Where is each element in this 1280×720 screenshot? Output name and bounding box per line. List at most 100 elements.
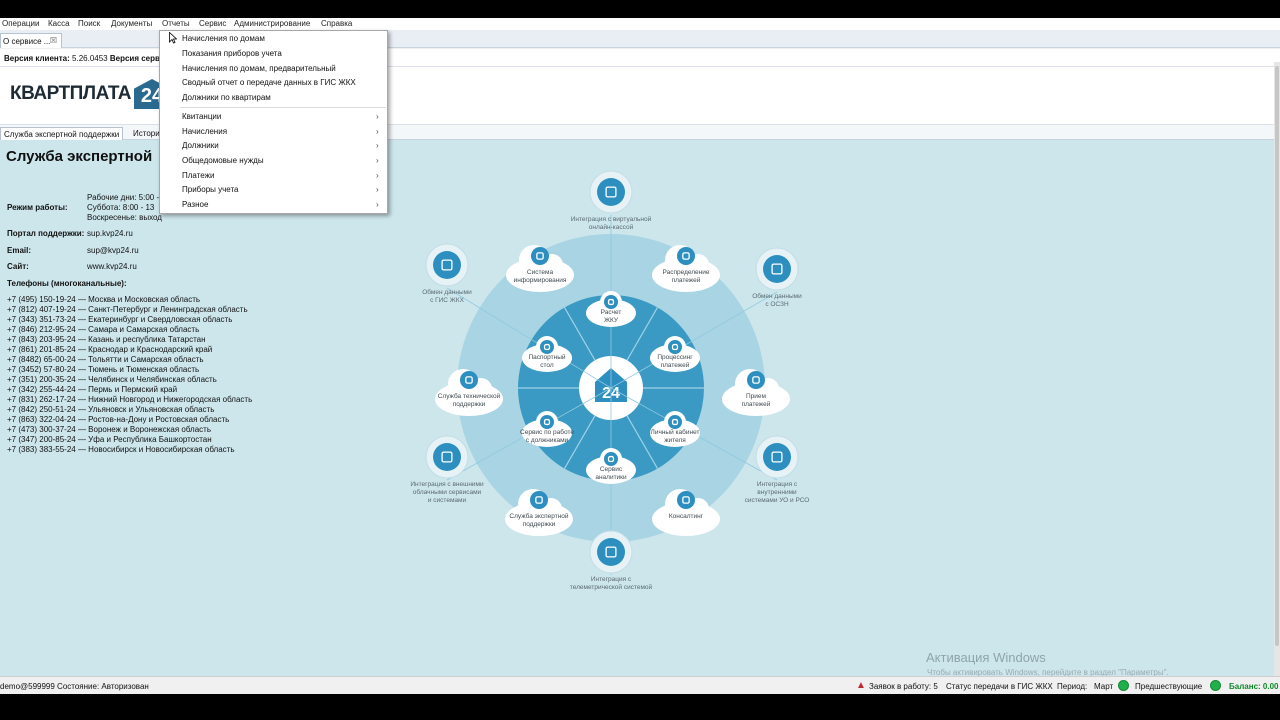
- previous-status-icon: [1210, 680, 1221, 691]
- logo-text: КВАРТПЛАТА: [10, 83, 132, 104]
- submenu-odn[interactable]: Общедомовые нужды: [182, 156, 264, 165]
- node-raschet-zhku-label: Расчет: [601, 309, 622, 316]
- node-integraciya-oblachnye-label: и системами: [428, 497, 467, 504]
- node-obmen-oszn-label: Обмен данными: [752, 292, 802, 300]
- menuitem-nachisleniya-po-domam[interactable]: Начисления по домам: [182, 34, 265, 43]
- status-previous[interactable]: Предшествующие: [1135, 682, 1202, 691]
- alarm-icon: ▲: [856, 680, 866, 691]
- node-raspredelenie-platezhey-label: Распределение: [662, 269, 709, 276]
- node-integraciya-oblachnye-label: Интеграция с внешними: [410, 481, 484, 488]
- tab-about-label: О сервисе ...: [3, 37, 51, 46]
- node-servis-analitiki-label: аналитики: [595, 474, 627, 481]
- node-servis-dolzhniki-label: Сервис по работе: [520, 428, 574, 436]
- status-balance: Баланс: 0.00: [1229, 682, 1279, 691]
- network-icon: [763, 443, 791, 471]
- node-priem-platezhey-label: Прием: [746, 393, 767, 400]
- node-sluzhba-ekspertnoy-label: Служба экспертной: [509, 512, 568, 520]
- submenu-raznoe[interactable]: Разное: [182, 200, 208, 209]
- scrollbar-thumb[interactable]: [1275, 66, 1279, 646]
- cloud-register-icon: [597, 178, 625, 206]
- megaphone-icon: [531, 247, 549, 265]
- node-integraciya-uo-rso-label: системами УО и РСО: [745, 497, 810, 504]
- menuitem-pokazaniya[interactable]: Показания приборов учета: [182, 49, 282, 58]
- person-icon: [540, 415, 554, 429]
- node-sistema-informirovaniya-label: информирования: [514, 277, 567, 284]
- status-user: demo@599999 Состояние: Авторизован: [0, 682, 149, 691]
- node-integraciya-oblachnye-label: облачными сервисами: [413, 488, 482, 496]
- house-icon: [668, 415, 682, 429]
- chevron-right-icon: ›: [376, 156, 379, 165]
- node-obmen-gis-zhkh-label: с ГИС ЖКХ: [430, 297, 465, 304]
- menu-kassa[interactable]: Касса: [48, 19, 70, 28]
- scrollbar[interactable]: [1274, 62, 1280, 676]
- wallet-icon: [747, 371, 765, 389]
- gears-icon: [668, 340, 682, 354]
- fingerprint-icon: [763, 255, 791, 283]
- submenu-kvitancii[interactable]: Квитанции: [182, 112, 221, 121]
- client-version-value: 5.26.0453: [72, 54, 108, 63]
- close-icon[interactable]: ☒: [50, 36, 57, 45]
- menu-search[interactable]: Поиск: [78, 19, 100, 28]
- database-icon: [597, 538, 625, 566]
- node-pasportny-stol-label: Паспортный: [528, 353, 565, 361]
- menuitem-nachisleniya-predvaritelny[interactable]: Начисления по домам, предварительный: [182, 64, 336, 73]
- menu-service[interactable]: Сервис: [199, 19, 226, 28]
- status-gis[interactable]: Статус передачи в ГИС ЖКХ: [946, 682, 1053, 691]
- menu-separator: [180, 107, 386, 108]
- menu-administration[interactable]: Администрирование: [234, 19, 310, 28]
- client-version-label: Версия клиента:: [4, 54, 70, 63]
- node-sluzhba-tehnicheskoy-label: Служба технической: [438, 392, 501, 400]
- mouse-cursor-icon: [169, 32, 177, 44]
- server-version-label: Версия серве: [109, 54, 165, 63]
- status-bar: demo@599999 Состояние: Авторизован ▲ Зая…: [0, 676, 1280, 694]
- status-requests[interactable]: Заявок в работу: 5: [869, 682, 938, 691]
- menu-reports[interactable]: Отчеты: [162, 19, 190, 28]
- node-processing-platezhey-label: Процессинг: [657, 354, 693, 361]
- cloud-network-icon: [433, 443, 461, 471]
- node-raspredelenie-platezhey-label: платежей: [672, 276, 701, 284]
- subtab-expert-support[interactable]: Служба экспертной поддержки: [0, 127, 124, 140]
- node-sistema-informirovaniya-label: Система: [527, 269, 554, 276]
- distribution-icon: [677, 247, 695, 265]
- node-integraciya-uo-rso-label: Интеграция с: [757, 481, 798, 488]
- services-diagram: 24РасчетЖКУПроцессингплатежейЛичный каби…: [410, 170, 810, 591]
- period-status-icon: [1118, 680, 1129, 691]
- node-integraciya-kassa-label: Интеграция с виртуальной: [571, 215, 652, 223]
- menu-operations[interactable]: Операции: [2, 19, 39, 28]
- node-sluzhba-ekspertnoy-label: поддержки: [523, 521, 556, 528]
- menu-help[interactable]: Справка: [321, 19, 352, 28]
- submenu-dolzhniki[interactable]: Должники: [182, 141, 219, 150]
- kvartplata-logo: КВАРТПЛАТА 24: [10, 78, 171, 110]
- node-lichny-kabinet-label: Личный кабинет: [651, 428, 700, 436]
- document-icon: [604, 295, 618, 309]
- node-integraciya-kassa-label: онлайн-кассой: [589, 223, 634, 231]
- chevron-right-icon: ›: [376, 171, 379, 180]
- consultant-icon: [677, 491, 695, 509]
- node-servis-dolzhniki-label: с должниками: [526, 437, 569, 444]
- node-priem-platezhey-label: платежей: [742, 400, 771, 408]
- passport-icon: [540, 340, 554, 354]
- node-integraciya-uo-rso-label: внутренними: [757, 489, 797, 496]
- node-integraciya-telemetry-label: телеметрической системой: [570, 583, 653, 591]
- submenu-pribory[interactable]: Приборы учета: [182, 185, 239, 194]
- node-processing-platezhey-label: платежей: [661, 361, 690, 369]
- menuitem-svodny-otchet[interactable]: Сводный отчет о передаче данных в ГИС ЖК…: [182, 78, 356, 87]
- node-lichny-kabinet-label: жителя: [664, 437, 686, 444]
- subtab-history[interactable]: Истори: [130, 127, 163, 140]
- menuitem-dolzhniki-po-kvartiram[interactable]: Должники по квартирам: [182, 93, 271, 102]
- node-sluzhba-tehnicheskoy-label: поддержки: [453, 401, 486, 408]
- chevron-right-icon: ›: [376, 112, 379, 121]
- node-servis-analitiki-label: Сервис: [600, 466, 623, 473]
- tab-about-service[interactable]: О сервисе ... ☒: [0, 33, 62, 48]
- node-konsalting-label: Консалтинг: [669, 513, 704, 520]
- status-period-value[interactable]: Март: [1094, 682, 1113, 691]
- menu-documents[interactable]: Документы: [111, 19, 152, 28]
- node-integraciya-telemetry-label: Интеграция с: [591, 576, 632, 583]
- node-obmen-gis-zhkh-label: Обмен данными: [422, 288, 472, 296]
- submenu-nachisleniya[interactable]: Начисления: [182, 127, 227, 136]
- chevron-right-icon: ›: [376, 185, 379, 194]
- submenu-platezhi[interactable]: Платежи: [182, 171, 214, 180]
- chevron-right-icon: ›: [376, 200, 379, 209]
- node-pasportny-stol-label: стол: [540, 362, 554, 369]
- node-obmen-oszn-label: с ОСЗН: [765, 301, 789, 308]
